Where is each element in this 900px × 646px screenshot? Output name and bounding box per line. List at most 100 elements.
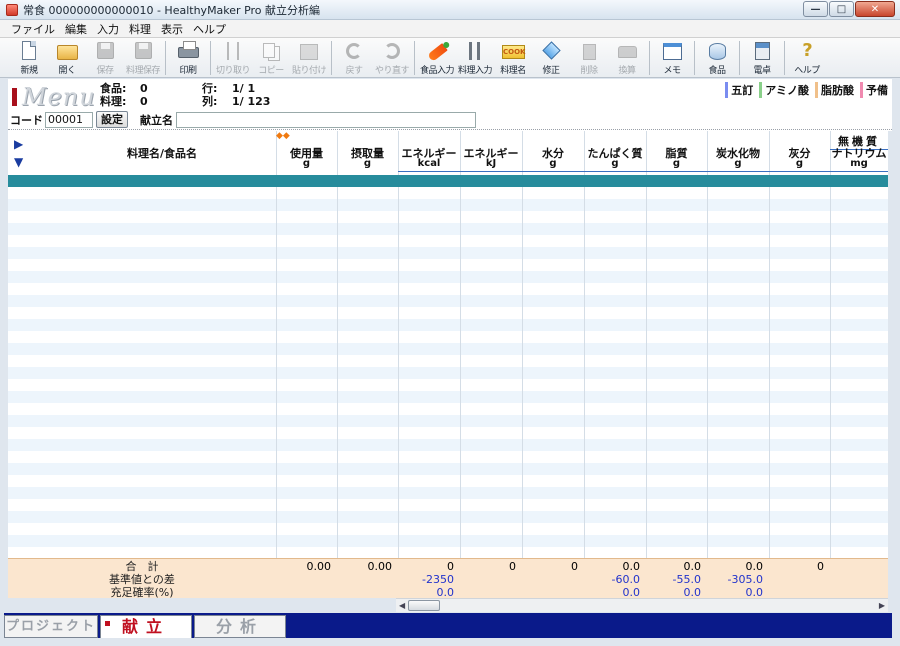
header-protein[interactable]: たんぱく質 g — [584, 137, 646, 173]
legend-amino-acid: アミノ酸 — [759, 82, 809, 98]
scroll-left-icon[interactable]: ◀ — [399, 601, 405, 610]
header-carbohydrate[interactable]: 炭水化物 g — [707, 137, 769, 173]
legend-gotei: 五訂 — [725, 82, 753, 98]
memo-button[interactable]: メモ — [653, 38, 691, 76]
toolbar-separator — [739, 41, 740, 75]
app-icon — [6, 3, 18, 16]
difference-intake — [337, 573, 398, 586]
header-water[interactable]: 水分 g — [522, 137, 584, 173]
header-intake[interactable]: 摂取量 g — [337, 137, 398, 173]
edit-button[interactable]: 修正 — [532, 38, 570, 76]
selected-row[interactable] — [8, 175, 888, 187]
dish-name-label: 料理名 — [500, 66, 526, 76]
save-recipe-icon — [131, 40, 155, 62]
close-icon: ✕ — [870, 3, 880, 15]
column-divider — [460, 131, 461, 558]
toolbar-separator — [414, 41, 415, 75]
difference-ash — [769, 573, 830, 586]
total-energy-kcal: 0 — [447, 560, 454, 573]
paste-button[interactable]: 貼り付け — [290, 38, 328, 76]
column-divider — [646, 131, 647, 558]
menu-logo: Menu — [12, 83, 96, 111]
menu-file[interactable]: ファイル — [6, 21, 60, 37]
column-divider — [769, 131, 770, 558]
new-button[interactable]: 新規 — [10, 38, 48, 76]
difference-protein: -60.0 — [611, 573, 640, 586]
food-input-button[interactable]: 食品入力 — [418, 38, 456, 76]
active-tab-marker — [105, 621, 110, 626]
carrot-icon — [425, 40, 449, 62]
help-label: ヘルプ — [794, 66, 820, 76]
convert-button[interactable]: 換算 — [608, 38, 646, 76]
total-water: 0 — [571, 560, 578, 573]
undo-button[interactable]: 戻す — [335, 38, 373, 76]
scroll-right-icon[interactable]: ▶ — [879, 601, 885, 610]
title-bar: 常食 000000000000010 - HealthyMaker Pro 献立… — [0, 0, 900, 20]
col-label: 列: — [202, 95, 218, 108]
tab-analysis[interactable]: 分析 — [194, 615, 286, 638]
minimize-icon: — — [810, 3, 821, 15]
menu-edit[interactable]: 編集 — [60, 21, 92, 37]
scale-icon — [615, 40, 639, 62]
save-recipe-button[interactable]: 料理保存 — [124, 38, 162, 76]
menu-view[interactable]: 表示 — [156, 21, 188, 37]
maximize-icon: □ — [836, 3, 847, 15]
help-button[interactable]: ? ヘルプ — [788, 38, 826, 77]
header-dish-name[interactable]: 料理名/食品名 — [48, 137, 276, 173]
column-divider — [398, 131, 399, 558]
copy-button[interactable]: コピー — [252, 38, 290, 76]
new-label: 新規 — [20, 66, 38, 76]
row-label: 行: — [202, 82, 218, 95]
cut-label: 切り取り — [215, 66, 251, 76]
dish-input-button[interactable]: 料理入力 — [456, 38, 494, 76]
window-controls: — □ ✕ — [802, 1, 895, 17]
tab-menu[interactable]: 献立 — [100, 615, 192, 638]
total-sodium — [830, 560, 888, 573]
header-energy-kj[interactable]: エネルギー kJ — [460, 137, 522, 173]
menu-input[interactable]: 入力 — [92, 21, 124, 37]
dish-count-label: 料理: — [100, 95, 127, 108]
tab-project[interactable]: プロジェクト — [4, 615, 98, 638]
maximize-button[interactable]: □ — [829, 1, 854, 17]
menu-name-input[interactable] — [176, 111, 476, 128]
menu-info-panel: Menu 食品: 0 行: 1/ 1 料理: 0 列: 1/ 123 五訂 アミ… — [8, 79, 892, 131]
copy-label: コピー — [258, 66, 284, 76]
open-button[interactable]: 開く — [48, 38, 86, 76]
bottom-tab-area: プロジェクト 献立 分析 — [0, 612, 900, 646]
difference-label: 基準値との差 — [109, 573, 175, 586]
total-ash: 0 — [817, 560, 824, 573]
totals-panel: 合 計 0.00 0.00 0 0 0 0.0 0.0 0.0 0 基準値との差… — [8, 558, 888, 599]
difference-water — [522, 573, 584, 586]
set-button[interactable]: 設定 — [96, 111, 128, 128]
header-ash[interactable]: 灰分 g — [769, 137, 830, 173]
code-field[interactable]: 00001 — [45, 111, 93, 128]
horizontal-scrollbar[interactable]: ◀ ▶ — [396, 598, 888, 612]
cook-icon: COOK — [501, 40, 525, 62]
dish-name-button[interactable]: COOK 料理名 — [494, 38, 532, 76]
grid-rows[interactable] — [8, 187, 888, 558]
column-divider — [707, 131, 708, 558]
difference-carbohydrate: -305.0 — [727, 573, 763, 586]
menu-name-label: 献立名 — [140, 113, 173, 127]
column-divider — [830, 131, 831, 558]
header-usage[interactable]: 使用量 g — [276, 137, 337, 173]
nutrition-grid[interactable]: ◆◆ ▶ ▼ 料理名/食品名 使用量 g 摂取量 g エネルギー kcal エネルギー… — [8, 131, 888, 558]
delete-button[interactable]: 削除 — [570, 38, 608, 76]
cut-button[interactable]: 切り取り — [214, 38, 252, 76]
trash-icon — [577, 40, 601, 62]
scroll-thumb[interactable] — [408, 600, 440, 611]
menu-help[interactable]: ヘルプ — [188, 21, 231, 37]
print-button[interactable]: 印刷 — [169, 38, 207, 76]
calculator-button[interactable]: 電卓 — [743, 38, 781, 76]
header-energy-kcal[interactable]: エネルギー kcal — [398, 137, 460, 173]
total-energy-kj: 0 — [509, 560, 516, 573]
save-icon — [93, 40, 117, 62]
close-button[interactable]: ✕ — [855, 1, 895, 17]
redo-button[interactable]: やり直す — [373, 38, 411, 76]
header-fat[interactable]: 脂質 g — [646, 137, 707, 173]
save-button[interactable]: 保存 — [86, 38, 124, 76]
header-sodium[interactable]: 無機質 ナトリウム mg — [830, 135, 888, 173]
menu-dish[interactable]: 料理 — [124, 21, 156, 37]
minimize-button[interactable]: — — [803, 1, 828, 17]
food-db-button[interactable]: 食品 — [698, 38, 736, 76]
